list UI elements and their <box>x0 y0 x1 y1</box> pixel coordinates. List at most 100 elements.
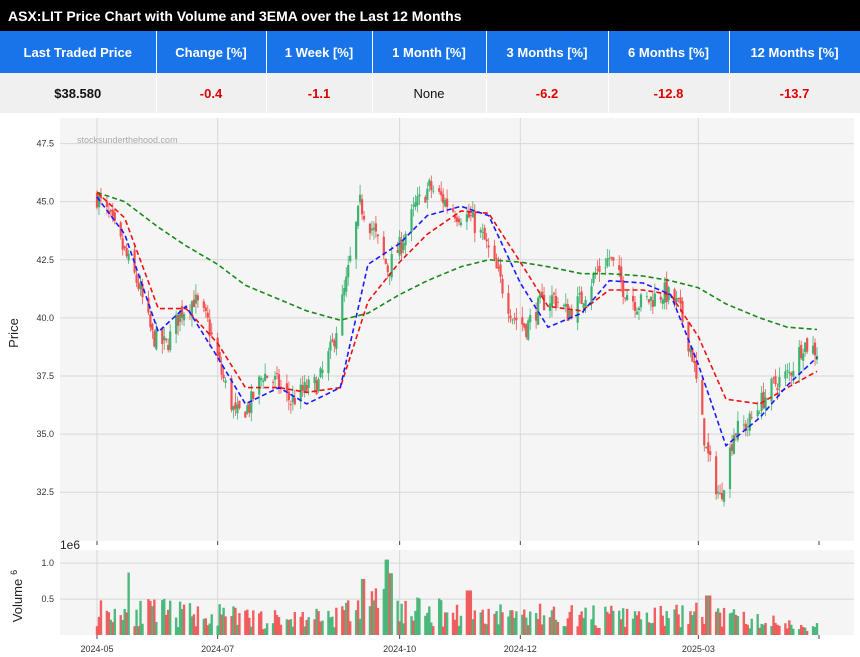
candle-down <box>707 442 710 454</box>
candle-up <box>317 378 320 391</box>
candle-down <box>455 217 459 222</box>
candle-down <box>523 323 526 328</box>
volume-bar <box>418 598 421 635</box>
candle-up <box>355 221 358 259</box>
candle-up <box>784 371 787 379</box>
candle-up <box>163 336 166 341</box>
volume-bar <box>570 605 573 635</box>
volume-offset-text: 1e6 <box>60 538 80 552</box>
candle-down <box>362 215 366 220</box>
candle-down <box>234 402 237 409</box>
volume-bar <box>445 612 449 635</box>
volume-bar <box>404 600 407 635</box>
candle-up <box>194 294 198 304</box>
x-tick-label: 2024-07 <box>201 644 234 654</box>
candle-up <box>273 375 277 380</box>
candle-down <box>513 318 516 319</box>
candle-up <box>329 341 332 351</box>
stats-value-row: $38.580 -0.4 -1.1 None -6.2 -12.8 -13.7 <box>0 73 860 113</box>
candle-up <box>717 491 720 494</box>
candle-down <box>442 194 445 204</box>
candle-down <box>438 188 441 192</box>
candle-up <box>527 320 530 340</box>
candle-up <box>224 380 227 383</box>
candle-up <box>343 287 346 296</box>
candle-up <box>758 412 761 414</box>
x-tick-label: 2025-03 <box>682 644 715 654</box>
candle-down <box>386 265 389 273</box>
volume-axis-exponent: 6 <box>9 570 19 575</box>
candle-down <box>495 258 498 269</box>
candle-down <box>222 374 225 379</box>
candle-down <box>277 374 281 389</box>
candle-up <box>798 347 801 375</box>
candle-down <box>396 250 399 253</box>
value-6-months: -12.8 <box>608 73 730 113</box>
candle-down <box>451 208 455 212</box>
candle-down <box>151 323 154 331</box>
volume-bar <box>168 600 172 635</box>
candle-down <box>271 381 275 383</box>
candle-up <box>481 232 484 233</box>
candle-up <box>410 209 413 233</box>
volume-bar <box>362 578 366 635</box>
volume-bar <box>625 608 629 635</box>
candle-down <box>501 278 504 294</box>
candle-down <box>440 191 443 196</box>
x-tick-label: 2024-10 <box>383 644 416 654</box>
volume-bar <box>210 614 213 635</box>
candle-up <box>649 296 652 301</box>
candle-down <box>813 342 817 356</box>
candle-down <box>730 444 734 452</box>
candle-up <box>756 410 759 417</box>
value-last-traded-price: $38.580 <box>0 73 157 113</box>
candle-up <box>139 284 142 290</box>
candle-up <box>402 243 405 250</box>
candle-up <box>804 342 807 353</box>
volume-bar <box>556 621 560 635</box>
candle-down <box>598 265 601 273</box>
candle-up <box>675 298 678 303</box>
candle-down <box>177 314 180 326</box>
candle-down <box>709 451 712 455</box>
candle-up <box>327 351 330 374</box>
candle-down <box>647 299 650 303</box>
candle-down <box>244 411 247 418</box>
volume-bar <box>432 626 435 635</box>
value-12-months: -13.7 <box>729 73 860 113</box>
candle-up <box>357 205 360 227</box>
candle-down <box>651 300 654 307</box>
volume-bar <box>141 623 144 635</box>
candle-up <box>182 314 186 321</box>
volume-bar <box>335 607 338 635</box>
candle-down <box>483 227 486 240</box>
candle-up <box>538 293 542 298</box>
candle-down <box>497 266 500 269</box>
candle-up <box>264 373 267 381</box>
candle-up <box>529 315 532 323</box>
candle-up <box>742 424 745 426</box>
candle-down <box>515 317 518 321</box>
price-volume-chart: stocksunderthehood.com 32.5 35.0 37.5 40.0 4… <box>6 118 854 654</box>
candle-up <box>786 370 789 372</box>
candle-down <box>499 264 502 277</box>
candle-up <box>398 236 401 256</box>
value-change: -0.4 <box>156 73 267 113</box>
candle-down <box>111 209 114 217</box>
candle-up <box>592 273 595 283</box>
candle-down <box>677 297 680 299</box>
candle-up <box>347 264 350 278</box>
volume-bar <box>515 611 518 635</box>
watermark: stocksunderthehood.com <box>77 135 178 145</box>
candle-up <box>404 233 407 246</box>
candle-up <box>349 255 352 262</box>
candle-up <box>471 211 474 218</box>
value-3-months: -6.2 <box>486 73 609 113</box>
candle-down <box>554 295 558 307</box>
volume-bar <box>390 573 393 635</box>
price-tick-label: 40.0 <box>36 313 54 323</box>
candle-down <box>180 306 184 318</box>
candle-down <box>248 403 251 413</box>
candle-up <box>307 379 310 389</box>
volume-bar <box>238 613 241 635</box>
